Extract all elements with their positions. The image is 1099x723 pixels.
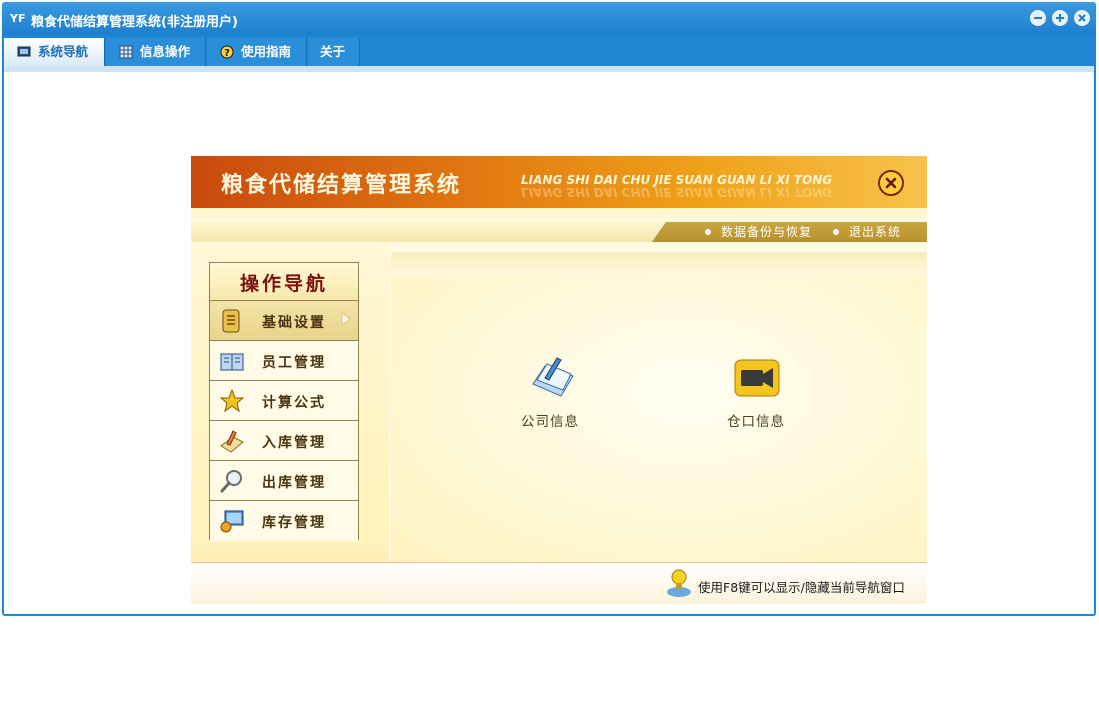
exit-system-link[interactable]: 退出系统 xyxy=(833,223,901,241)
content-area xyxy=(391,252,927,562)
menu-item-about[interactable]: 关于 xyxy=(308,38,360,66)
magnifier-icon xyxy=(220,470,242,493)
tile-label: 仓口信息 xyxy=(727,414,785,430)
tile-warehouse-info[interactable]: 仓口信息 xyxy=(711,354,801,434)
chevron-right-icon xyxy=(341,312,351,326)
video-camera-icon xyxy=(734,359,780,397)
window-title: 粮食代储结算管理系统(非注册用户) xyxy=(31,15,238,30)
menu-label: 系统导航 xyxy=(38,44,89,59)
close-icon xyxy=(885,177,897,189)
grid-icon xyxy=(119,45,133,59)
maximize-button[interactable] xyxy=(1052,10,1068,26)
menu-item-info-ops[interactable]: 信息操作 xyxy=(106,38,206,66)
window-controls xyxy=(1030,10,1090,26)
close-icon xyxy=(1078,14,1086,22)
yf-app-icon: YF xyxy=(10,12,26,25)
client-top-border xyxy=(4,66,1094,72)
minimize-icon xyxy=(1034,17,1042,19)
menu-label: 关于 xyxy=(320,44,346,59)
bullet-icon xyxy=(833,228,839,235)
nav-item-inventory[interactable]: 库存管理 xyxy=(210,501,358,541)
banner-subtitle-reflection: LIANG SHI DAI CHU JIE SUAN GUAN LI XI TO… xyxy=(521,185,833,199)
nav-menu: 操作导航 基础设置 员工管理 计算公式 入库管理 出库管理 库存管理 xyxy=(209,262,359,541)
bullet-icon xyxy=(705,228,711,235)
nav-header: 操作导航 xyxy=(210,263,358,301)
computer-icon xyxy=(220,510,244,533)
lightbulb-hint-icon xyxy=(667,569,691,597)
banner-title: 粮食代储结算管理系统 xyxy=(221,173,462,198)
panel-close-button[interactable] xyxy=(878,170,904,196)
exit-system-label: 退出系统 xyxy=(849,225,902,239)
help-icon: ? xyxy=(220,45,234,59)
nav-item-label: 员工管理 xyxy=(262,355,326,371)
close-button[interactable] xyxy=(1074,10,1090,26)
nav-area: 操作导航 基础设置 员工管理 计算公式 入库管理 出库管理 库存管理 xyxy=(191,242,389,562)
nav-item-label: 出库管理 xyxy=(262,475,326,491)
nav-item-label: 库存管理 xyxy=(262,515,326,531)
book-icon xyxy=(220,353,244,371)
tile-company-info[interactable]: 公司信息 xyxy=(505,354,595,434)
monitor-icon xyxy=(17,46,31,57)
app-window: YF 粮食代储结算管理系统(非注册用户) 系统导航 信息操作 ? 使用指南 关于… xyxy=(2,2,1096,616)
nav-item-inbound[interactable]: 入库管理 xyxy=(210,421,358,461)
nav-item-basic-settings[interactable]: 基础设置 xyxy=(210,301,358,341)
menu-item-system-nav[interactable]: 系统导航 xyxy=(4,38,105,66)
tile-label: 公司信息 xyxy=(521,414,579,430)
svg-text:?: ? xyxy=(224,48,230,59)
toolbar-band-light xyxy=(191,222,666,242)
backup-restore-link[interactable]: 数据备份与恢复 xyxy=(705,223,812,241)
nav-item-label: 入库管理 xyxy=(262,435,326,451)
menu-label: 使用指南 xyxy=(241,44,292,59)
document-edit-icon xyxy=(532,357,574,397)
content-header-band xyxy=(391,252,927,276)
minimize-button[interactable] xyxy=(1030,10,1046,26)
client-area: 粮食代储结算管理系统 LIANG SHI DAI CHU JIE SUAN GU… xyxy=(4,66,1094,614)
notepad-icon xyxy=(222,309,240,333)
footer-bar: 使用F8键可以显示/隐藏当前导航窗口 xyxy=(191,562,927,604)
menu-item-user-guide[interactable]: ? 使用指南 xyxy=(207,38,307,66)
maximize-icon xyxy=(1056,14,1064,22)
footer-hint-text: 使用F8键可以显示/隐藏当前导航窗口 xyxy=(698,580,905,595)
nav-panel: 粮食代储结算管理系统 LIANG SHI DAI CHU JIE SUAN GU… xyxy=(191,156,927,604)
backup-restore-label: 数据备份与恢复 xyxy=(721,225,813,239)
nav-item-outbound[interactable]: 出库管理 xyxy=(210,461,358,501)
nav-item-formula[interactable]: 计算公式 xyxy=(210,381,358,421)
star-icon xyxy=(219,388,245,413)
title-bar[interactable]: YF 粮食代储结算管理系统(非注册用户) xyxy=(2,2,1096,35)
inbound-icon xyxy=(220,430,244,453)
menu-label: 信息操作 xyxy=(140,44,191,59)
nav-item-label: 基础设置 xyxy=(262,315,326,331)
banner: 粮食代储结算管理系统 LIANG SHI DAI CHU JIE SUAN GU… xyxy=(191,156,927,208)
nav-item-label: 计算公式 xyxy=(262,395,326,411)
menu-bar: 系统导航 信息操作 ? 使用指南 关于 xyxy=(4,36,1094,66)
nav-header-text: 操作导航 xyxy=(239,273,328,295)
nav-item-staff[interactable]: 员工管理 xyxy=(210,341,358,381)
